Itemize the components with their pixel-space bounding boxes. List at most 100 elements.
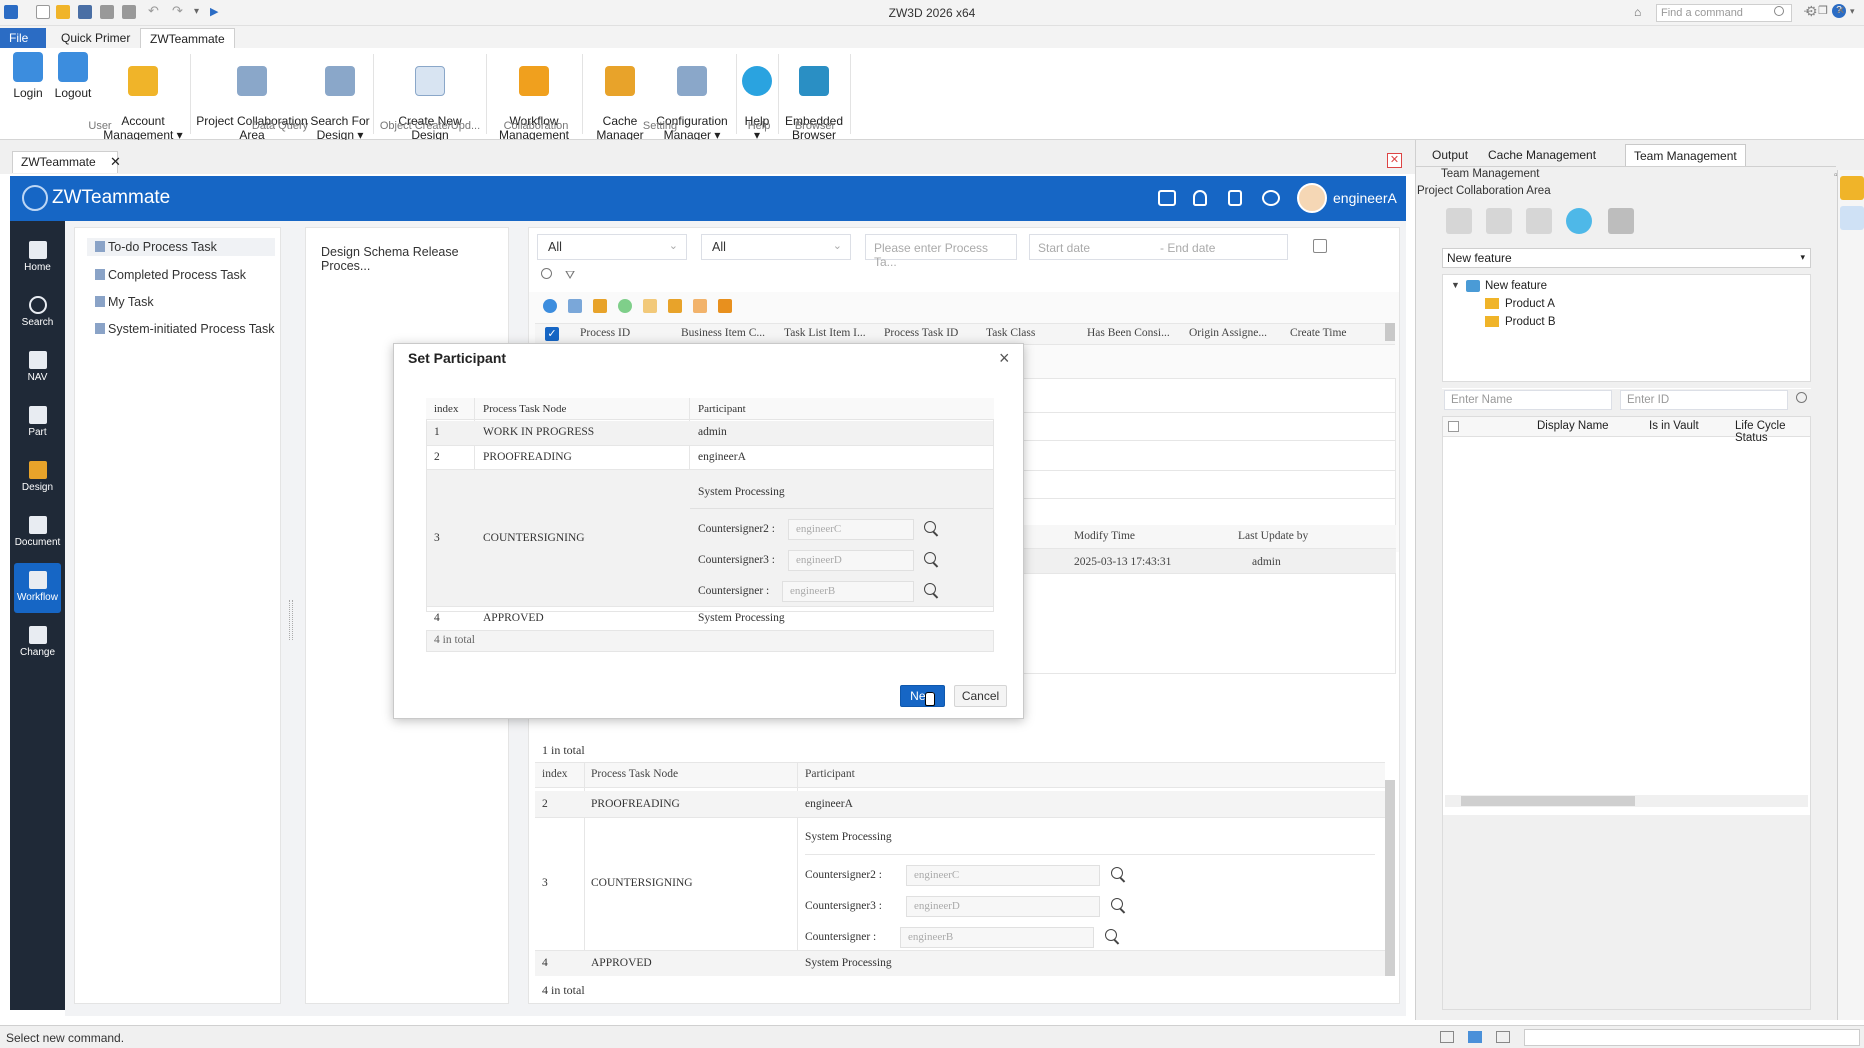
user-name[interactable]: engineerA [1333,190,1397,206]
mail-forward-icon[interactable] [643,299,657,313]
search-panel-icon[interactable] [1840,206,1864,230]
tree-item-my-task[interactable]: My Task [95,295,154,309]
countersigner-field[interactable]: engineerB [782,581,914,602]
document-icon[interactable] [1228,190,1242,206]
tree-node-product-b[interactable]: Product B [1505,316,1556,328]
start-date-input[interactable]: Start date [1029,234,1153,260]
nav-document[interactable]: Document [10,508,65,558]
countersigner3-field[interactable]: engineerD [788,550,914,571]
refresh-icon[interactable] [543,299,557,313]
cancel-button[interactable]: Cancel [954,685,1007,707]
search-icon[interactable] [923,582,941,600]
select-all-checkbox[interactable] [1448,421,1459,432]
tab-zwteammate[interactable]: ZWTeammate [140,28,235,48]
nav-workflow[interactable]: Workflow [14,563,61,613]
enter-name-input[interactable]: Enter Name [1444,390,1612,410]
minimize-window-icon[interactable]: – [1804,5,1818,17]
tab-quick-primer[interactable]: Quick Primer [52,28,139,48]
briefcase-delete-icon[interactable] [718,299,732,313]
search-icon[interactable] [1110,897,1128,915]
team-panel-icon[interactable] [1840,176,1864,200]
briefcase-remove-icon[interactable] [693,299,707,313]
grid-icon[interactable] [1496,1031,1510,1043]
tab-team-management[interactable]: Team Management [1625,144,1746,166]
next-button[interactable]: Next [900,685,945,707]
col-task-class[interactable]: Task Class [986,327,1035,339]
table-row[interactable] [535,950,1385,976]
filter-icon[interactable]: ⛛ [565,268,575,283]
select-all-checkbox[interactable]: ✓ [545,327,559,341]
col-origin-assignee[interactable]: Origin Assigne... [1189,327,1267,339]
tree-item-completed[interactable]: Completed Process Task [95,268,246,282]
col-life-cycle-status[interactable]: Life Cycle Status [1735,420,1810,444]
approve-check-icon[interactable] [618,299,632,313]
close-document-icon[interactable]: ✕ [1387,153,1402,168]
col-has-been-considered[interactable]: Has Been Consi... [1087,327,1170,339]
restore-window-icon[interactable]: ❐ [1818,5,1836,17]
col-task-list-item[interactable]: Task List Item I... [784,327,866,339]
find-command-input[interactable]: Find a command [1656,4,1792,22]
search-icon[interactable] [541,268,552,279]
team-users-icon[interactable] [1486,208,1512,234]
login-button[interactable]: Login [10,52,46,100]
scrollbar[interactable] [1385,323,1395,341]
close-window-icon[interactable]: ✕ [1836,5,1853,17]
tab-file[interactable]: File [0,28,46,48]
display-icon[interactable] [1468,1031,1482,1043]
edit-icon[interactable] [568,299,582,313]
status-select[interactable]: All ⌄ [537,234,687,260]
save-icon[interactable] [1608,208,1634,234]
logout-button[interactable]: Logout [52,52,94,100]
scrollbar[interactable] [1385,780,1395,976]
splitter-handle[interactable] [289,600,293,640]
avatar[interactable] [1297,183,1327,213]
briefcase-add-icon[interactable] [668,299,682,313]
col-is-in-vault[interactable]: Is in Vault [1649,420,1699,432]
new-folder-icon[interactable] [1446,208,1472,234]
tree-node-product-a[interactable]: Product A [1505,298,1555,310]
sync-icon[interactable] [1526,208,1552,234]
col-process-task-id[interactable]: Process Task ID [884,327,958,339]
chat-bubble-icon[interactable] [1566,208,1592,234]
nav-home[interactable]: Home [10,233,65,283]
search-icon[interactable] [923,520,941,538]
search-icon[interactable] [923,551,941,569]
close-tab-icon[interactable]: ✕ [110,154,121,170]
process-task-input[interactable]: Please enter Process Ta... [865,234,1017,269]
enter-id-input[interactable]: Enter ID [1620,390,1788,410]
layout-icon[interactable] [1440,1031,1454,1043]
nav-part[interactable]: Part [10,398,65,448]
search-icon[interactable] [1796,392,1807,403]
search-icon[interactable] [1110,866,1128,884]
col-create-time[interactable]: Create Time [1290,327,1347,339]
nav-design[interactable]: Design [10,453,65,503]
col-display-name[interactable]: Display Name [1537,420,1609,432]
countersigner2-field[interactable]: engineerC [788,519,914,540]
nav-nav[interactable]: NAV [10,343,65,393]
scrollbar-thumb[interactable] [1461,796,1635,806]
process-item[interactable]: Design Schema Release Proces... [321,245,508,273]
nav-search[interactable]: Search [10,288,65,338]
tree-item-system[interactable]: System-initiated Process Task [95,322,275,336]
home-icon[interactable]: ⌂ [1634,5,1641,19]
col-process-id[interactable]: Process ID [580,327,630,339]
tab-output[interactable]: Output [1424,144,1476,166]
type-select[interactable]: All ⌄ [701,234,851,260]
feature-select[interactable]: New feature ▾ [1442,248,1811,268]
col-business-item[interactable]: Business Item C... [681,327,765,339]
end-date-input[interactable]: - End date [1152,234,1288,260]
countersigner-field[interactable]: engineerB [900,927,1094,948]
close-icon[interactable]: × [999,348,1010,369]
collapse-icon[interactable]: ▼ [1451,280,1460,290]
tree-item-todo[interactable]: To-do Process Task [87,238,275,256]
calendar-icon[interactable] [1313,239,1327,253]
notification-bell-icon[interactable] [1193,190,1207,206]
search-icon[interactable] [1104,928,1122,946]
language-globe-icon[interactable] [1262,190,1280,206]
nav-change[interactable]: Change [10,618,65,668]
tab-zwteammate-document[interactable]: ZWTeammate ✕ [12,151,121,173]
tab-cache-management[interactable]: Cache Management [1480,144,1604,166]
mail-icon[interactable] [1158,190,1176,206]
countersigner3-field[interactable]: engineerD [906,896,1100,917]
tree-node-root[interactable]: New feature [1485,280,1547,292]
